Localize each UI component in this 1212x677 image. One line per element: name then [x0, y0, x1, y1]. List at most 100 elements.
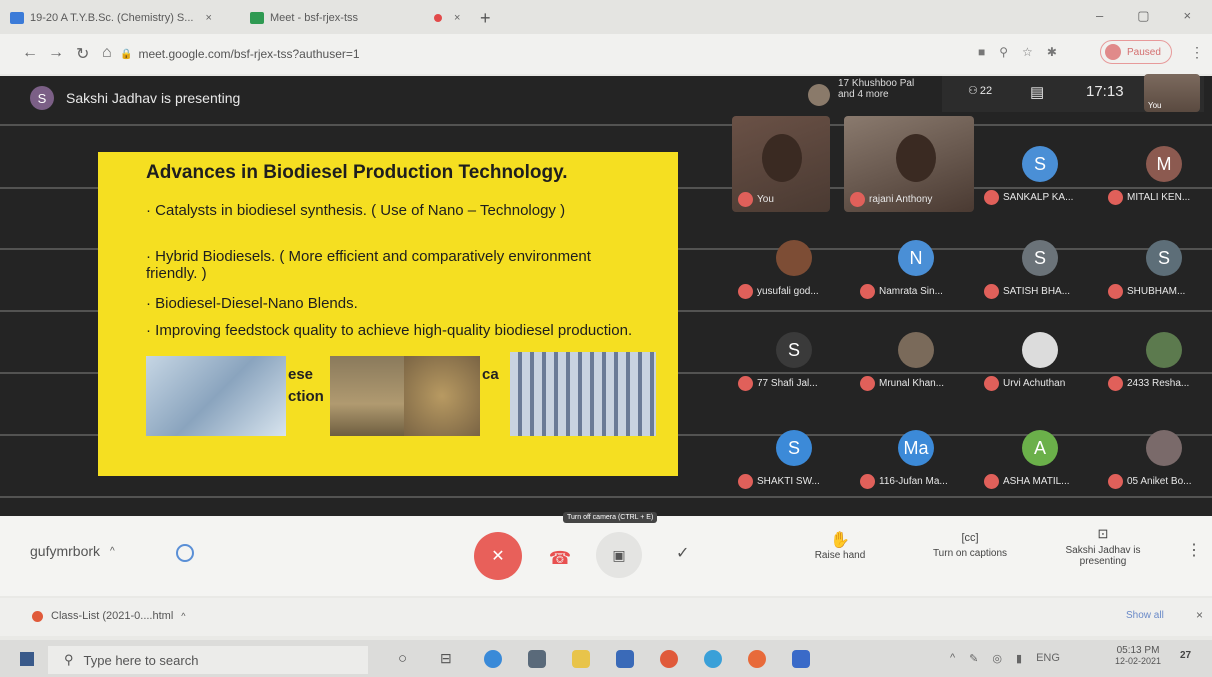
people-button[interactable]: ⚇ 22	[968, 84, 992, 98]
participant-label: 05 Aniket Bo...	[1127, 476, 1192, 487]
mic-off-icon: ✕	[491, 548, 505, 565]
chevron-up-icon: ^	[181, 611, 186, 621]
chevron-up-icon: ^	[110, 545, 115, 557]
file-explorer-icon[interactable]	[572, 650, 590, 668]
participant-tile[interactable]: You	[732, 116, 830, 212]
new-tab-button[interactable]: +	[480, 8, 491, 29]
menu-icon[interactable]: ⋮	[1190, 44, 1204, 61]
participant-tile[interactable]: S SHAKTI SW...	[734, 430, 844, 494]
store-icon[interactable]	[528, 650, 546, 668]
profile-button[interactable]: Paused	[1100, 40, 1172, 64]
participant-tile[interactable]: S SANKALP KA...	[980, 146, 1090, 210]
raise-hand-label: Raise hand	[814, 550, 866, 561]
presenting-label: Sakshi Jadhav is presenting	[1065, 545, 1141, 567]
tab-classroom[interactable]: 19-20 A T.Y.B.Sc. (Chemistry) S... ×	[10, 6, 212, 30]
url-field[interactable]: 🔒 meet.google.com/bsf-rjex-tss?authuser=…	[120, 42, 960, 66]
pen-icon[interactable]: ✎	[969, 652, 978, 665]
mic-muted-icon	[1108, 474, 1123, 489]
date: 12-02-2021	[1114, 656, 1162, 666]
cortana-icon[interactable]: ○	[398, 650, 407, 667]
close-icon[interactable]: ×	[1196, 608, 1203, 622]
camera-button[interactable]: ▣	[596, 532, 642, 578]
taskbar-clock[interactable]: 05:13 PM 12-02-2021	[1110, 645, 1166, 666]
language-indicator[interactable]: ENG	[1036, 652, 1060, 665]
tab-meet[interactable]: Meet - bsf-rjex-tss ×	[250, 6, 460, 30]
network-icon[interactable]: ◎	[992, 652, 1002, 665]
windows-start-icon[interactable]	[20, 652, 34, 666]
participant-tile[interactable]: rajani Anthony	[844, 116, 974, 212]
participant-tile[interactable]: yusufali god...	[734, 240, 844, 304]
slide-partial-text: ca	[482, 366, 499, 383]
skype-icon[interactable]	[704, 650, 722, 668]
participant-tile[interactable]: 2433 Resha...	[1104, 332, 1212, 396]
captions-button[interactable]: [cc] Turn on captions	[918, 532, 1022, 559]
close-window-icon[interactable]: ×	[1184, 8, 1192, 24]
forward-icon[interactable]: →	[48, 44, 64, 62]
slide-bullet: · Hybrid Biodiesels. ( More efficient an…	[146, 248, 591, 282]
download-filename: Class-List (2021-0....html	[51, 610, 174, 622]
window-controls: – ▢ ×	[1096, 8, 1191, 24]
close-tab-icon[interactable]: ×	[205, 12, 211, 24]
participant-tile[interactable]: S SHUBHAM...	[1104, 240, 1212, 304]
mic-muted-icon	[984, 284, 999, 299]
participant-name: Urvi Achuthan	[984, 376, 1065, 391]
participant-tile[interactable]: M MITALI KEN...	[1104, 146, 1212, 210]
participant-tile[interactable]: 05 Aniket Bo...	[1104, 430, 1212, 494]
zoom-icon[interactable]: ⚲	[999, 45, 1008, 59]
extensions-icon[interactable]: ✱	[1047, 45, 1057, 59]
maximize-icon[interactable]: ▢	[1137, 8, 1149, 24]
raise-hand-button[interactable]: ✋ Raise hand	[800, 530, 880, 561]
edge-icon[interactable]	[484, 650, 502, 668]
participant-name: MITALI KEN...	[1108, 190, 1190, 205]
taskbar-search[interactable]: ⚲ Type here to search	[48, 646, 368, 674]
profile-status: Paused	[1127, 46, 1161, 58]
captions-icon: [cc]	[961, 532, 979, 544]
chat-icon[interactable]: ▤	[1030, 83, 1044, 101]
participant-tile[interactable]: Urvi Achuthan	[980, 332, 1090, 396]
participant-name: ASHA MATIL...	[984, 474, 1070, 489]
star-icon[interactable]: ☆	[1022, 45, 1033, 59]
participant-label: 116-Jufan Ma...	[879, 476, 948, 487]
participant-tile[interactable]: Mrunal Khan...	[856, 332, 966, 396]
avatar: S	[1146, 240, 1182, 276]
camera-status-icon[interactable]: ■	[978, 45, 985, 59]
divider	[0, 496, 1212, 498]
close-tab-icon[interactable]: ×	[454, 12, 460, 24]
chrome-icon[interactable]	[660, 650, 678, 668]
chrome-icon[interactable]	[748, 650, 766, 668]
leave-call-button[interactable]: ☎	[538, 536, 582, 580]
notification-icon[interactable]: 27	[1180, 650, 1191, 661]
reload-icon[interactable]: ↻	[76, 44, 89, 64]
mail-icon[interactable]	[616, 650, 634, 668]
avatar: S	[776, 430, 812, 466]
more-options-icon[interactable]: ⋮	[1186, 540, 1202, 560]
mic-muted-icon	[738, 474, 753, 489]
presenting-button[interactable]: ⊡ Sakshi Jadhav is presenting	[1056, 526, 1150, 567]
mic-off-button[interactable]: ✕	[474, 532, 522, 580]
minimize-icon[interactable]: –	[1096, 8, 1103, 24]
participant-name: You	[738, 192, 774, 207]
participant-tile[interactable]: A ASHA MATIL...	[980, 430, 1090, 494]
participant-tile[interactable]: S 77 Shafi Jal...	[734, 332, 844, 396]
task-view-icon[interactable]: ⊟	[440, 650, 452, 667]
search-placeholder: Type here to search	[83, 652, 199, 668]
tooltip: Turn off camera (CTRL + E)	[563, 512, 658, 523]
home-icon[interactable]: ⌂	[102, 44, 112, 62]
participant-tile[interactable]: S SATISH BHA...	[980, 240, 1090, 304]
participant-tile[interactable]: Ma 116-Jufan Ma...	[856, 430, 966, 494]
shield-icon[interactable]	[176, 544, 194, 562]
meeting-details[interactable]: gufymrbork ^	[30, 543, 115, 559]
participant-tile[interactable]: N Namrata Sin...	[856, 240, 966, 304]
tab-label: Meet - bsf-rjex-tss	[270, 12, 359, 24]
present-icon: ⊡	[1097, 526, 1109, 541]
time: 05:13 PM	[1116, 645, 1160, 656]
back-icon[interactable]: ←	[22, 44, 38, 62]
self-preview[interactable]: You	[1144, 74, 1200, 112]
show-all-button[interactable]: Show all	[1126, 610, 1164, 621]
chevron-up-icon[interactable]: ^	[950, 652, 955, 665]
battery-icon[interactable]: ▮	[1016, 652, 1022, 665]
word-icon[interactable]	[792, 650, 810, 668]
mic-muted-icon	[984, 376, 999, 391]
download-item[interactable]: Class-List (2021-0....html ^	[32, 610, 186, 622]
slide-partial-text: ese	[288, 366, 314, 383]
